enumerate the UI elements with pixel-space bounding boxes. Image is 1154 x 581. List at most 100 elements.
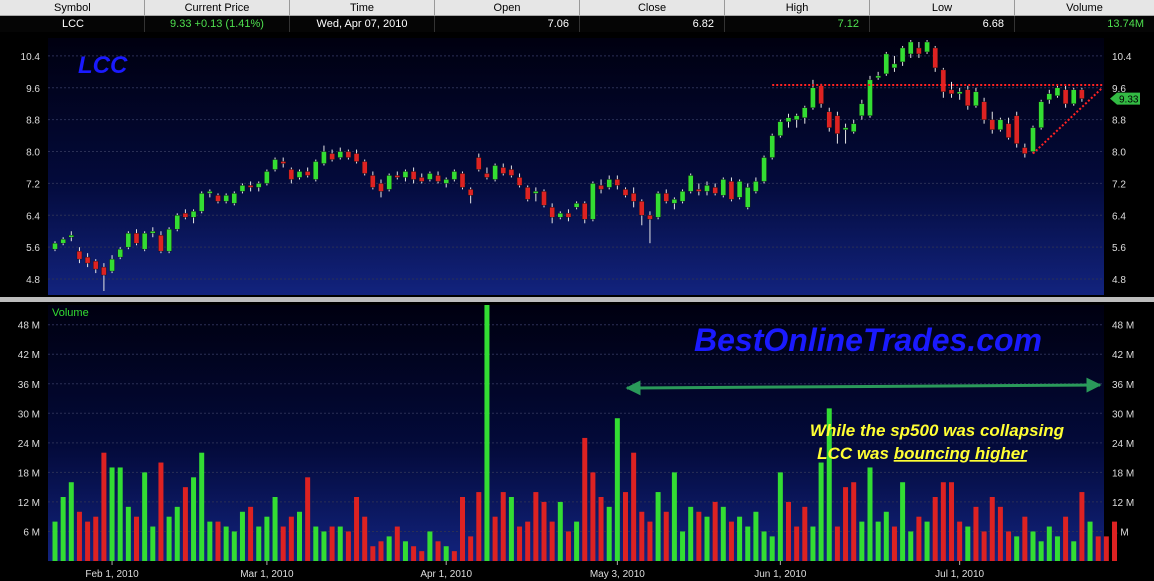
volume-bar: [965, 526, 971, 561]
candle-body: [410, 171, 417, 180]
volume-bar: [590, 472, 596, 561]
candle-body: [93, 260, 99, 270]
volume-bar: [484, 305, 490, 561]
volume-bar: [1079, 492, 1085, 561]
candle-body: [842, 127, 849, 130]
volume-bar: [256, 526, 262, 561]
volume-bar: [468, 536, 474, 561]
low-value: 6.68: [870, 16, 1015, 32]
volume-bar: [109, 467, 115, 561]
candle-body: [1071, 89, 1077, 104]
volume-bar: [451, 551, 457, 561]
candle-body: [508, 169, 515, 176]
candle-body: [272, 159, 278, 170]
candle-body: [736, 181, 743, 198]
candle-body: [834, 115, 841, 134]
volume-bar: [500, 492, 506, 561]
volume-bar: [248, 506, 254, 561]
volume-bar: [378, 541, 384, 561]
candle-body: [500, 167, 506, 174]
volume-bar: [916, 516, 922, 561]
candle-body: [696, 189, 702, 192]
candle-body: [932, 47, 938, 69]
candle-body: [777, 121, 784, 136]
volume-bar: [989, 497, 995, 561]
candle-body: [549, 207, 555, 218]
header-open: Open: [435, 0, 580, 15]
price-tick-right: 10.4: [1112, 52, 1132, 63]
candle-body: [304, 171, 311, 176]
candle-body: [370, 175, 376, 188]
volume-bar: [794, 526, 800, 561]
volume-bar: [297, 511, 302, 561]
volume-bar: [981, 531, 987, 561]
candle-body: [989, 119, 995, 130]
candle-body: [647, 215, 653, 220]
volume-bar: [769, 536, 775, 561]
price-volume-chart: 4.8 5.6 6.4 7.2 8.0 8.8 9.6 10.4 4.8 5.6 6.4 7.2 8.…: [0, 32, 1154, 581]
volume-tick-left: 48 M: [18, 321, 40, 332]
volume-bar: [150, 526, 156, 561]
candle-body: [614, 179, 621, 186]
header-current-price: Current Price: [145, 0, 290, 15]
volume-bar: [549, 521, 555, 561]
volume-bar: [1112, 521, 1117, 561]
volume-value: 13.74M: [1107, 18, 1144, 30]
candle-body: [443, 179, 449, 184]
candle-body: [435, 175, 441, 182]
chart-title: LCC: [78, 52, 128, 79]
volume-bar: [688, 506, 694, 561]
volume-tick-left: 24 M: [18, 439, 40, 450]
volume-bar: [851, 482, 857, 561]
price-tick-right: 7.2: [1112, 179, 1126, 190]
candle-body: [141, 233, 148, 250]
candle-body: [981, 101, 987, 120]
volume-bar: [997, 506, 1003, 561]
volume-bar: [362, 516, 368, 561]
candle-body: [679, 191, 686, 202]
candle-body: [875, 75, 881, 79]
volume-bar: [932, 497, 938, 561]
volume-bar: [614, 418, 620, 561]
volume-bar: [313, 526, 319, 561]
high-value: 7.12: [725, 16, 870, 32]
volume-bar: [305, 477, 311, 561]
candle-body: [313, 161, 319, 180]
candle-body: [761, 157, 767, 182]
volume-panel: 6 M12 M18 M24 M30 M36 M42 M48 M 6 M12 M1…: [0, 302, 1154, 561]
volume-bar: [1071, 541, 1077, 561]
candle-body: [916, 47, 922, 55]
volume-bar: [419, 551, 425, 561]
volume-bar: [598, 497, 604, 561]
candle-body: [728, 181, 735, 200]
candle-body: [802, 107, 808, 118]
candle-body: [851, 123, 857, 132]
volume-bar: [541, 501, 547, 561]
volume-bar: [606, 506, 612, 561]
price-tick-left: 5.6: [26, 243, 40, 254]
volume-bar: [1103, 536, 1109, 561]
volume-bar: [655, 492, 661, 561]
candle-body: [1030, 127, 1036, 152]
candle-body: [769, 135, 775, 158]
candle-body: [117, 248, 123, 258]
candle-body: [329, 153, 335, 160]
header-symbol: Symbol: [0, 0, 145, 15]
price-tick-right: 8.8: [1112, 116, 1126, 127]
volume-bar: [142, 472, 148, 561]
candle-body: [965, 89, 971, 106]
candle-body: [883, 53, 889, 75]
candle-body: [810, 87, 816, 108]
volume-bar: [834, 526, 840, 561]
candle-body: [663, 193, 669, 202]
quote-bar: Symbol Current Price Time Open Close Hig…: [0, 0, 1154, 32]
price-tick-left: 8.8: [26, 116, 40, 127]
volume-bar: [85, 521, 91, 561]
volume-bar: [402, 541, 408, 561]
candle-body: [484, 173, 490, 178]
volume-tick-left: 36 M: [18, 380, 40, 391]
volume-bar: [386, 536, 392, 561]
volume-bar: [582, 437, 588, 561]
candle-body: [101, 266, 107, 276]
volume-bar: [76, 511, 82, 561]
